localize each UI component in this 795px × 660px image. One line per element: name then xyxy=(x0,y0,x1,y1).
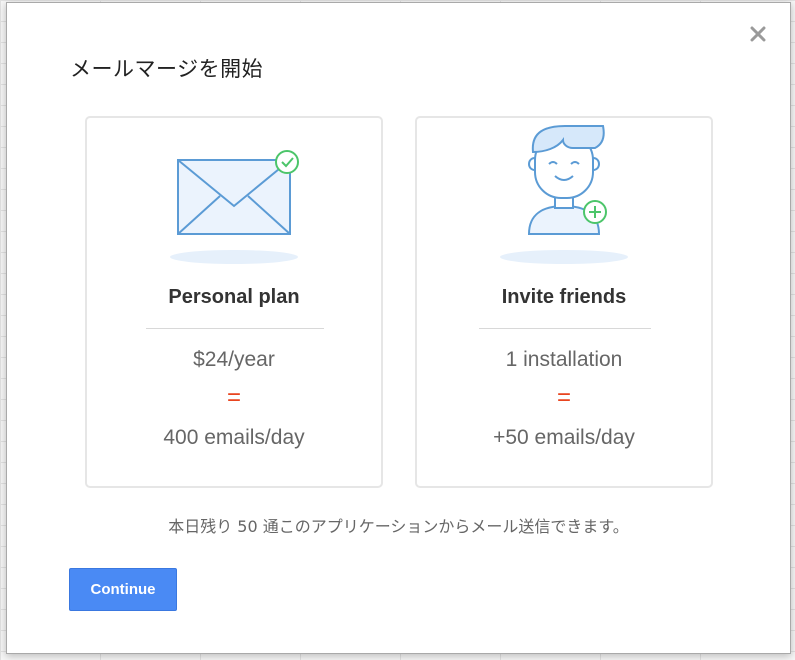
continue-button[interactable]: Continue xyxy=(69,568,177,611)
card-title: Invite friends xyxy=(501,286,627,308)
equals-sign: = xyxy=(226,384,241,411)
dialog-title: メールマージを開始 xyxy=(70,57,264,81)
plan-price: $24/year xyxy=(193,348,275,371)
mail-merge-dialog: メールマージを開始 Personal plan $24/year = 400 e… xyxy=(6,2,791,654)
remaining-quota-note: 本日残り 50 通このアプリケーションからメール送信できます。 xyxy=(168,517,629,536)
envelope-check-icon xyxy=(87,118,381,278)
divider xyxy=(146,328,324,329)
person-add-icon xyxy=(417,118,711,278)
card-title: Personal plan xyxy=(168,286,300,308)
personal-plan-card: Personal plan $24/year = 400 emails/day xyxy=(85,116,383,488)
bonus-quota: +50 emails/day xyxy=(493,426,635,449)
installation-count: 1 installation xyxy=(505,348,623,371)
divider xyxy=(479,328,651,329)
invite-friends-card: Invite friends 1 installation = +50 emai… xyxy=(415,116,713,488)
plan-quota: 400 emails/day xyxy=(163,426,305,449)
equals-sign: = xyxy=(556,384,571,411)
close-icon[interactable] xyxy=(747,23,769,45)
